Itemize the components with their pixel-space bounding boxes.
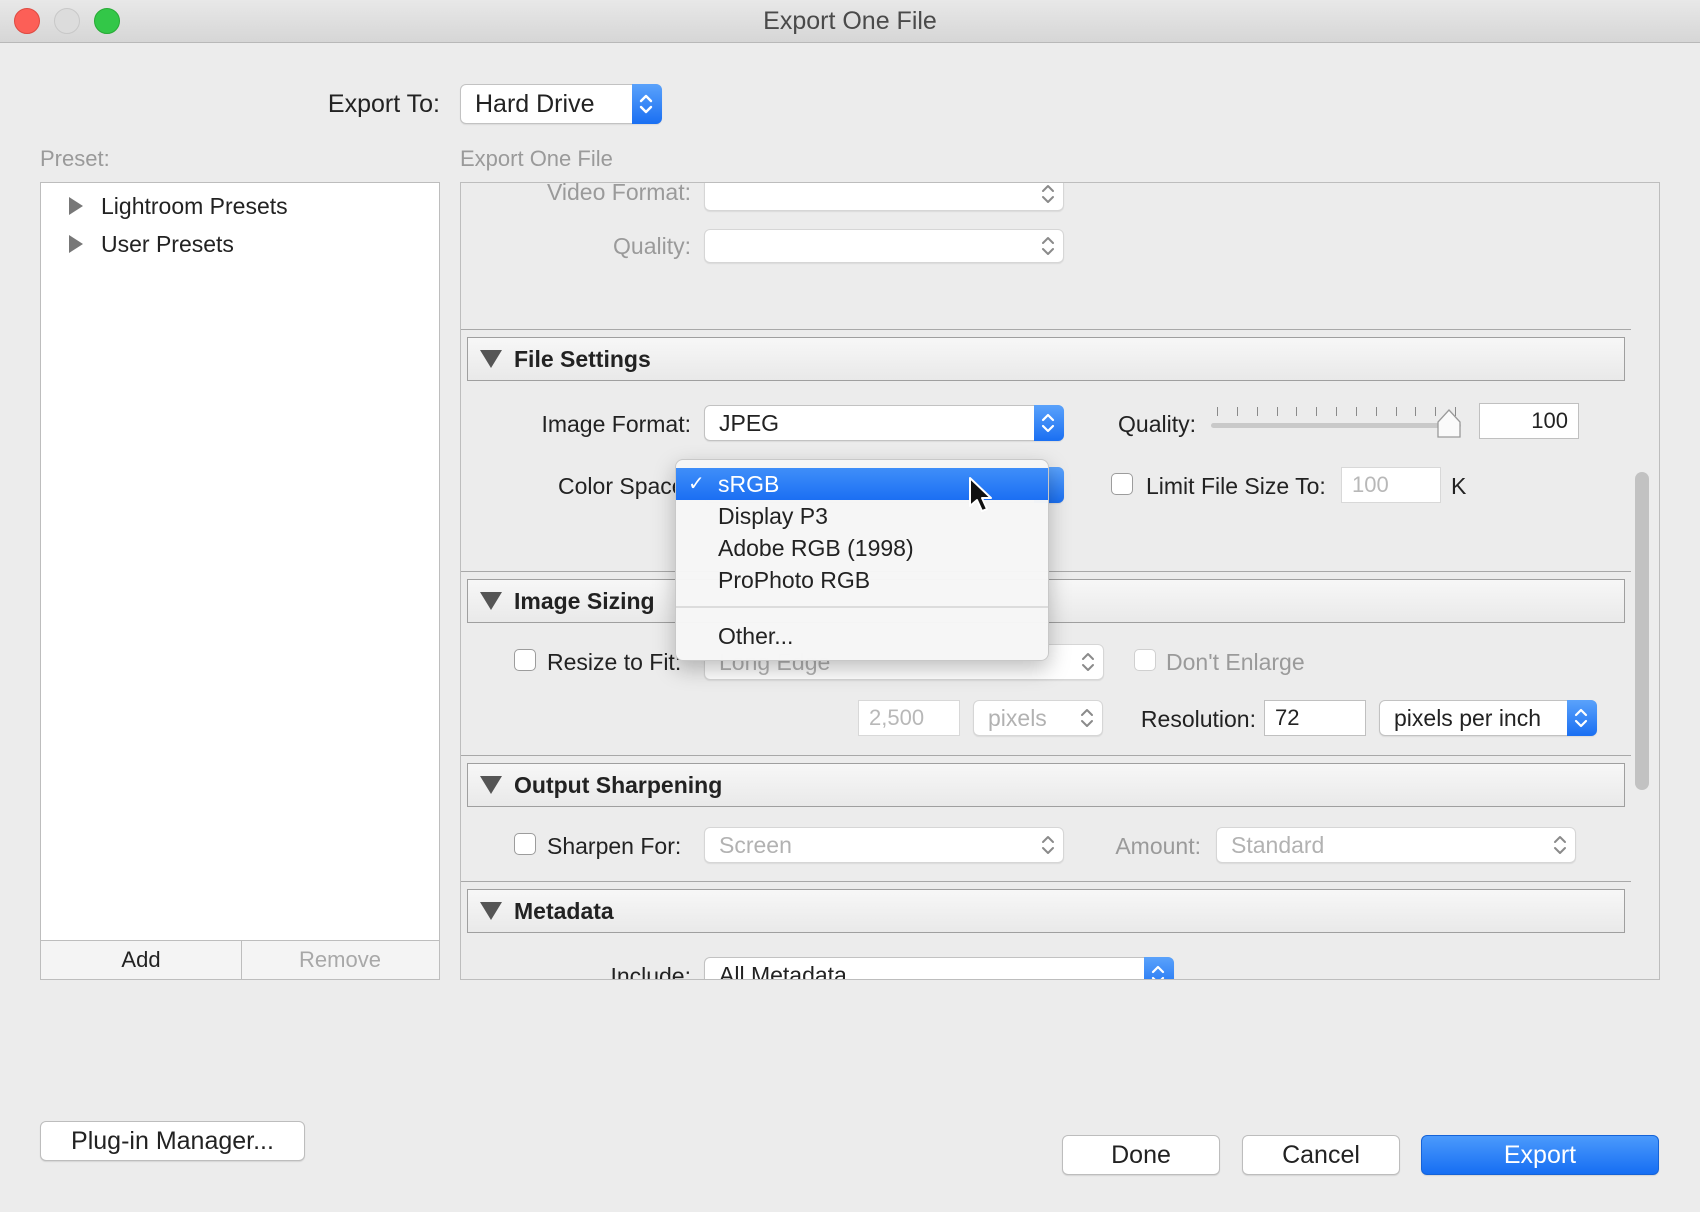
plugin-manager-button[interactable]: Plug-in Manager...: [40, 1121, 305, 1161]
export-settings-panel[interactable]: Video Format: Quality: File Settings Ima…: [460, 182, 1660, 980]
slider-tick: [1256, 407, 1258, 416]
dont-enlarge-label: Don't Enlarge: [1166, 649, 1305, 675]
dont-enlarge-checkbox[interactable]: [1134, 649, 1156, 671]
slider-tick: [1355, 407, 1357, 416]
resolution-field[interactable]: 72: [1264, 700, 1366, 736]
resolution-unit-value: pixels per inch: [1394, 705, 1542, 731]
section-divider: [461, 755, 1631, 756]
slider-tick: [1415, 407, 1417, 416]
include-label: Include:: [610, 963, 691, 980]
disclosure-triangle-icon[interactable]: [69, 197, 83, 215]
resize-to-fit-label: Resize to Fit:: [547, 649, 682, 675]
slider-track: [1211, 423, 1461, 428]
preset-list: Lightroom Presets User Presets: [40, 182, 440, 942]
image-sizing-title: Image Sizing: [514, 588, 655, 614]
disclosure-triangle-icon[interactable]: [480, 776, 502, 794]
video-format-label: Video Format:: [546, 182, 691, 205]
size-unit-value: pixels: [988, 705, 1047, 731]
remove-preset-button[interactable]: Remove: [241, 941, 439, 979]
limit-file-size-label: Limit File Size To:: [1146, 473, 1326, 499]
quality-slider[interactable]: [1211, 405, 1461, 441]
preset-buttons-bar: Add Remove: [40, 940, 440, 980]
sharpen-for-checkbox[interactable]: [514, 833, 536, 855]
cancel-button[interactable]: Cancel: [1242, 1135, 1400, 1175]
metadata-header[interactable]: Metadata: [467, 889, 1625, 933]
file-settings-title: File Settings: [514, 346, 651, 372]
slider-tick: [1276, 407, 1278, 416]
menu-item-other[interactable]: Other...: [676, 620, 1048, 652]
updown-arrows-icon: [1042, 185, 1054, 203]
slider-thumb[interactable]: [1437, 409, 1461, 439]
limit-unit: K: [1451, 473, 1467, 499]
updown-arrows-icon: [1042, 237, 1054, 255]
checkmark-icon: ✓: [688, 473, 705, 495]
menu-separator: [676, 606, 1048, 608]
video-quality-select[interactable]: [704, 229, 1064, 263]
slider-tick: [1316, 407, 1318, 416]
sharpen-for-value: Screen: [719, 832, 792, 858]
limit-file-size-checkbox[interactable]: [1111, 473, 1133, 495]
export-button[interactable]: Export: [1421, 1135, 1659, 1175]
add-preset-button[interactable]: Add: [41, 941, 242, 979]
quality-value-field[interactable]: 100: [1479, 403, 1579, 439]
image-format-value: JPEG: [719, 410, 780, 436]
window-title: Export One File: [763, 7, 937, 35]
export-to-label: Export To:: [327, 90, 440, 118]
slider-tick: [1375, 407, 1377, 416]
export-to-select[interactable]: Hard Drive: [460, 84, 662, 124]
slider-tick: [1217, 407, 1218, 416]
done-button[interactable]: Done: [1062, 1135, 1220, 1175]
mouse-cursor-icon: [969, 477, 992, 512]
slider-tick: [1395, 407, 1397, 416]
file-settings-header[interactable]: File Settings: [467, 337, 1625, 381]
limit-file-size-field[interactable]: 100: [1341, 467, 1441, 503]
disclosure-triangle-icon[interactable]: [480, 350, 502, 368]
updown-arrows-icon: [1081, 709, 1093, 727]
panel-title: Export One File: [460, 146, 613, 171]
file-quality-label: Quality:: [1118, 411, 1196, 437]
updown-arrows-icon: [639, 94, 653, 114]
size-unit-select[interactable]: pixels: [973, 700, 1103, 736]
include-value: All Metadata: [719, 962, 847, 980]
export-dialog: Export One File Export To: Hard Drive Pr…: [0, 0, 1700, 1212]
video-format-select[interactable]: [704, 183, 1064, 211]
menu-item-adobe-rgb[interactable]: Adobe RGB (1998): [676, 532, 1048, 564]
preset-group-lightroom[interactable]: Lightroom Presets: [69, 193, 288, 220]
output-sharpening-header[interactable]: Output Sharpening: [467, 763, 1625, 807]
output-sharpening-title: Output Sharpening: [514, 772, 723, 798]
amount-select[interactable]: Standard: [1216, 827, 1576, 863]
updown-arrows-icon: [1151, 965, 1165, 979]
updown-arrows-icon: [1574, 708, 1588, 728]
section-divider: [461, 881, 1631, 882]
metadata-title: Metadata: [514, 898, 614, 924]
resolution-label: Resolution:: [1140, 706, 1256, 732]
include-select[interactable]: All Metadata: [704, 957, 1174, 980]
sharpen-for-label: Sharpen For:: [547, 833, 682, 859]
slider-tick: [1435, 407, 1437, 416]
resolution-unit-select[interactable]: pixels per inch: [1379, 700, 1597, 736]
slider-tick: [1336, 407, 1337, 416]
color-space-label: Color Space:: [558, 473, 691, 499]
updown-arrows-icon: [1554, 836, 1566, 854]
export-to-value: Hard Drive: [475, 90, 595, 118]
disclosure-triangle-icon[interactable]: [69, 235, 83, 253]
slider-tick: [1296, 407, 1298, 416]
sharpen-for-select[interactable]: Screen: [704, 827, 1064, 863]
image-format-select[interactable]: JPEG: [704, 405, 1064, 441]
resize-to-fit-checkbox[interactable]: [514, 649, 536, 671]
section-divider: [461, 329, 1631, 330]
preset-group-user[interactable]: User Presets: [69, 231, 234, 258]
amount-label: Amount:: [1115, 833, 1201, 859]
amount-value: Standard: [1231, 832, 1325, 858]
panel-scrollbar[interactable]: [1635, 472, 1649, 790]
disclosure-triangle-icon[interactable]: [480, 592, 502, 610]
image-format-label: Image Format:: [541, 411, 691, 437]
disclosure-triangle-icon[interactable]: [480, 902, 502, 920]
slider-tick: [1236, 407, 1238, 416]
menu-item-prophoto-rgb[interactable]: ProPhoto RGB: [676, 564, 1048, 596]
preset-label: Preset:: [40, 146, 110, 171]
size-value-field[interactable]: 2,500: [858, 700, 960, 736]
updown-arrows-icon: [1082, 653, 1094, 671]
video-quality-label: Quality:: [613, 233, 691, 259]
